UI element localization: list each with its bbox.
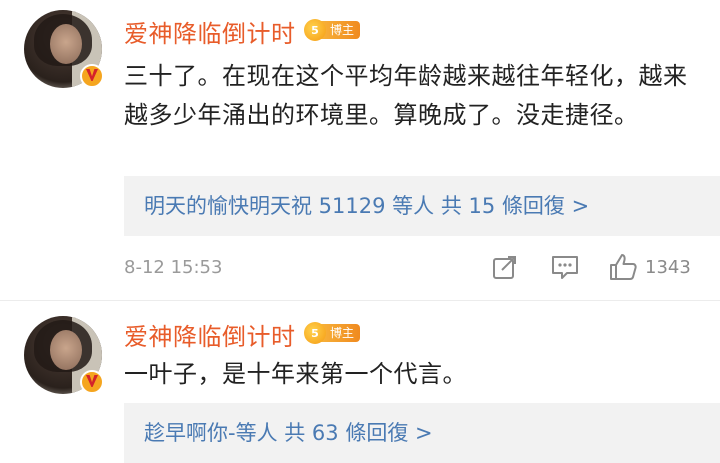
reply-summary-link[interactable]: 趁早啊你-等人 共 63 條回復 > (124, 403, 720, 463)
share-icon (493, 256, 516, 279)
blogger-badge: 5 博主 (304, 19, 361, 41)
reply-summary-link[interactable]: 明天的愉快明天祝 51129 等人 共 15 條回復 > (124, 176, 720, 236)
username[interactable]: 爱神降临倒计时 (124, 14, 296, 49)
verified-icon (80, 64, 104, 88)
username[interactable]: 爱神降临倒计时 (124, 317, 296, 352)
blogger-medal-icon: 5 (304, 322, 326, 344)
comment-time: 8-12 15:53 (124, 257, 223, 278)
blogger-badge-label: 博主 (320, 324, 361, 342)
blogger-badge-label: 博主 (320, 21, 361, 39)
share-button[interactable] (492, 254, 518, 280)
comment-item: 爱神降临倒计时 5 博主 三十了。在现在这个平均年龄越来越往年轻化，越来越多少年… (0, 0, 720, 300)
like-button[interactable]: 1343 (608, 252, 691, 282)
verified-icon (80, 370, 104, 394)
comment-text: 一叶子，是十年来第一个代言。 (124, 360, 467, 388)
like-icon (610, 254, 637, 280)
comment-button[interactable] (551, 254, 579, 280)
comment-item: 爱神降临倒计时 5 博主 一叶子，是十年来第一个代言。 趁早啊你-等人 共 63… (0, 300, 720, 463)
comment-text: 三十了。在现在这个平均年龄越来越往年轻化，越来越多少年涌出的环境里。算晚成了。没… (124, 62, 688, 129)
blogger-badge: 5 博主 (304, 322, 361, 344)
like-count: 1343 (645, 256, 691, 278)
comment-icon (552, 256, 578, 279)
blogger-medal-icon: 5 (304, 19, 326, 41)
